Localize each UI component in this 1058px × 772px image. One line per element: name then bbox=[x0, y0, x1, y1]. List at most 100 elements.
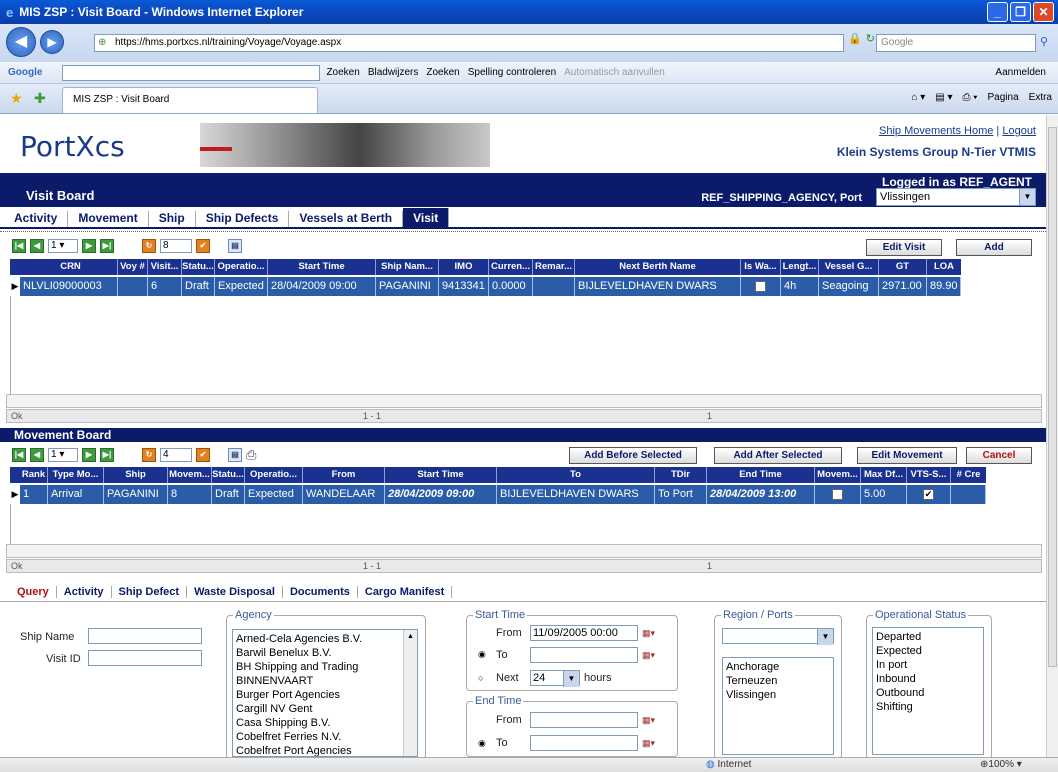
agency-list-scrollbar[interactable]: ▲ bbox=[403, 630, 417, 756]
home-icon[interactable]: ⌂ ▾ bbox=[911, 92, 925, 103]
radio-end-to-selected[interactable]: ◉ bbox=[478, 738, 486, 749]
print-icon[interactable]: ⎙ ▾ bbox=[963, 92, 978, 103]
list-item[interactable]: In port bbox=[876, 658, 980, 672]
visit-grid-hscrollbar[interactable] bbox=[6, 394, 1042, 408]
opstatus-listbox[interactable]: Departed Expected In port Inbound Outbou… bbox=[872, 627, 984, 755]
movement-page-select[interactable]: 1 ▾ bbox=[48, 448, 78, 462]
prev-page-icon[interactable]: ◀ bbox=[30, 239, 44, 253]
col-from[interactable]: From bbox=[303, 467, 385, 483]
list-item[interactable]: Departed bbox=[876, 630, 980, 644]
back-button[interactable]: ◀ bbox=[6, 27, 36, 57]
tab-q-documents[interactable]: Documents bbox=[283, 585, 358, 598]
tab-vessels-at-berth[interactable]: Vessels at Berth bbox=[289, 211, 404, 227]
first-page-icon[interactable]: |◀ bbox=[12, 448, 26, 462]
tab-ship-defects[interactable]: Ship Defects bbox=[196, 211, 290, 227]
list-item[interactable]: Burger Port Agencies bbox=[236, 688, 414, 702]
tab-activity[interactable]: Activity bbox=[4, 211, 69, 227]
tab-ship[interactable]: Ship bbox=[149, 211, 196, 227]
restore-button[interactable]: ❐ bbox=[1010, 2, 1031, 22]
favorites-star-icon[interactable]: ★ bbox=[10, 90, 23, 107]
list-item[interactable]: BH Shipping and Trading bbox=[236, 660, 414, 674]
table-row[interactable]: NLVLI09000003 6 Draft Expected 28/04/200… bbox=[20, 277, 961, 296]
last-page-icon[interactable]: ▶| bbox=[100, 448, 114, 462]
col-status[interactable]: Statu... bbox=[182, 259, 215, 275]
calendar-icon[interactable]: ▦▾ bbox=[642, 713, 666, 727]
col-operation[interactable]: Operatio... bbox=[245, 467, 303, 483]
tab-visit[interactable]: Visit bbox=[403, 208, 450, 227]
toolbar-zoeken-2[interactable]: Zoeken bbox=[426, 67, 459, 78]
col-next-berth[interactable]: Next Berth Name bbox=[575, 259, 741, 275]
end-from-input[interactable] bbox=[530, 712, 638, 728]
lock-icon[interactable]: 🔒 bbox=[848, 32, 862, 45]
list-item[interactable]: Expected bbox=[876, 644, 980, 658]
col-visit[interactable]: Visit... bbox=[148, 259, 182, 275]
tab-q-activity[interactable]: Activity bbox=[57, 585, 112, 598]
apply-icon[interactable]: ✔ bbox=[196, 239, 210, 253]
zoom-level[interactable]: ⊕100% ▾ bbox=[980, 759, 1022, 770]
start-to-input[interactable] bbox=[530, 647, 638, 663]
list-item[interactable]: Cobelfret Ferries N.V. bbox=[236, 730, 414, 744]
columns-icon[interactable]: ▤ bbox=[228, 448, 242, 462]
tab-movement[interactable]: Movement bbox=[68, 211, 149, 227]
tab-q-waste-disposal[interactable]: Waste Disposal bbox=[187, 585, 283, 598]
columns-icon[interactable]: ▤ bbox=[228, 239, 242, 253]
tab-q-ship-defect[interactable]: Ship Defect bbox=[112, 585, 188, 598]
calendar-icon[interactable]: ▦▾ bbox=[642, 626, 666, 640]
start-from-input[interactable]: 11/09/2005 00:00 bbox=[530, 625, 638, 641]
movement-page-size-input[interactable]: 4 bbox=[160, 448, 192, 462]
movement-grid-hscrollbar[interactable] bbox=[6, 544, 1042, 558]
col-start-time[interactable]: Start Time bbox=[268, 259, 376, 275]
col-end-time[interactable]: End Time bbox=[707, 467, 815, 483]
list-item[interactable]: Arned-Cela Agencies B.V. bbox=[236, 632, 414, 646]
col-is-waste[interactable]: Is Wa... bbox=[741, 259, 781, 275]
table-row[interactable]: 1 Arrival PAGANINI 8 Draft Expected WAND… bbox=[20, 485, 986, 504]
logout-link[interactable]: Logout bbox=[1002, 125, 1036, 137]
col-operation[interactable]: Operatio... bbox=[215, 259, 268, 275]
next-page-icon[interactable]: ▶ bbox=[82, 448, 96, 462]
list-item[interactable]: Outbound bbox=[876, 686, 980, 700]
toolbar-aanmelden[interactable]: Aanmelden bbox=[995, 67, 1046, 78]
page-vscrollbar[interactable] bbox=[1046, 115, 1058, 757]
search-input[interactable]: Google bbox=[876, 34, 1036, 52]
col-type[interactable]: Type Mo... bbox=[48, 467, 104, 483]
col-max-draft[interactable]: Max Df... bbox=[861, 467, 907, 483]
end-to-input[interactable] bbox=[530, 735, 638, 751]
forward-button[interactable]: ▶ bbox=[40, 30, 64, 54]
col-vts[interactable]: VTS-S... bbox=[907, 467, 951, 483]
add-after-selected-button[interactable]: Add After Selected bbox=[714, 447, 842, 464]
list-item[interactable]: Vlissingen bbox=[726, 688, 830, 702]
search-icon[interactable]: ⚲ bbox=[1040, 35, 1048, 48]
edit-movement-button[interactable]: Edit Movement bbox=[857, 447, 957, 464]
toolbar-spelling[interactable]: Spelling controleren bbox=[468, 67, 556, 78]
feeds-icon[interactable]: ▤ ▾ bbox=[935, 92, 952, 103]
col-imo[interactable]: IMO bbox=[439, 259, 489, 275]
toolbar-zoeken[interactable]: Zoeken bbox=[326, 67, 359, 78]
tab-q-cargo-manifest[interactable]: Cargo Manifest bbox=[358, 585, 453, 598]
cell-movement-2[interactable] bbox=[815, 485, 861, 504]
toolbar-bladwijzers[interactable]: Bladwijzers bbox=[368, 67, 419, 78]
cell-is-waste[interactable] bbox=[741, 277, 781, 296]
prev-page-icon[interactable]: ◀ bbox=[30, 448, 44, 462]
browser-tab[interactable]: MIS ZSP : Visit Board bbox=[62, 87, 318, 113]
apply-icon[interactable]: ✔ bbox=[196, 448, 210, 462]
col-status[interactable]: Statu... bbox=[212, 467, 245, 483]
first-page-icon[interactable]: |◀ bbox=[12, 239, 26, 253]
ports-listbox[interactable]: Anchorage Terneuzen Vlissingen bbox=[722, 657, 834, 755]
col-tdir[interactable]: TDir bbox=[655, 467, 707, 483]
cancel-movement-button[interactable]: Cancel bbox=[966, 447, 1032, 464]
next-hours-select[interactable]: 24 ▼ bbox=[530, 670, 580, 687]
col-start-time[interactable]: Start Time bbox=[385, 467, 497, 483]
tab-query[interactable]: Query bbox=[10, 585, 57, 598]
port-select[interactable]: Vlissingen ▼ bbox=[876, 188, 1036, 206]
refresh-grid-icon[interactable]: ↻ bbox=[142, 448, 156, 462]
calendar-icon[interactable]: ▦▾ bbox=[642, 736, 666, 750]
list-item[interactable]: Shifting bbox=[876, 700, 980, 714]
scroll-thumb[interactable] bbox=[1048, 127, 1057, 667]
radio-next[interactable]: ○ bbox=[478, 673, 483, 683]
col-rank[interactable]: Rank bbox=[10, 467, 48, 483]
close-window-button[interactable]: ✕ bbox=[1033, 2, 1054, 22]
col-voy[interactable]: Voy # bbox=[118, 259, 148, 275]
col-current[interactable]: Curren... bbox=[489, 259, 533, 275]
col-ship-name[interactable]: Ship Nam... bbox=[376, 259, 439, 275]
add-before-selected-button[interactable]: Add Before Selected bbox=[569, 447, 697, 464]
